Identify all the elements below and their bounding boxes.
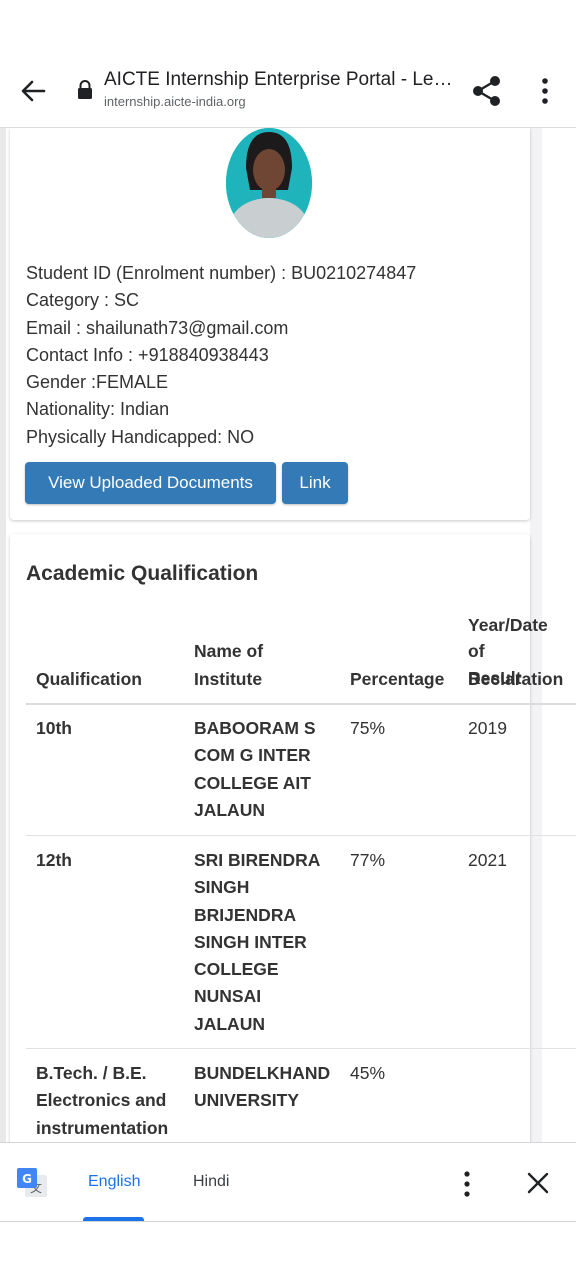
page-content: Student ID (Enrolment number) : BU021027… <box>0 128 576 1142</box>
header-year-line1: Year/Date <box>468 615 548 635</box>
institute-line: COM G INTER <box>194 745 311 766</box>
category: Category : SC <box>26 290 140 311</box>
institute-line: SINGH <box>194 877 250 898</box>
row-qualification: B.Tech. / B.E. Electronics and instrumen… <box>36 1060 168 1142</box>
physically-handicapped: Physically Handicapped: NO <box>26 426 255 447</box>
row-institute: BUNDELKHAND UNIVERSITY <box>194 1060 330 1115</box>
active-tab-indicator <box>83 1217 144 1221</box>
section-title: Academic Qualification <box>26 562 259 585</box>
academic-qualification-card: Academic Qualification Qualification Nam… <box>10 534 576 1142</box>
contact-info: Contact Info : +918840938443 <box>26 344 269 365</box>
header-qualification: Qualification <box>36 669 142 689</box>
qualification-line: instrumentation <box>36 1117 169 1138</box>
row-year: 2019 <box>468 718 507 738</box>
back-arrow-icon[interactable] <box>18 76 48 106</box>
browser-toolbar: AICTE Internship Enterprise Portal - Lea… <box>0 54 576 128</box>
row-qualification: 12th <box>36 850 72 870</box>
qualification-line: B.Tech. / B.E. <box>36 1063 147 1083</box>
institute-line: SINGH INTER <box>194 931 307 952</box>
row-institute: BABOORAM S COM G INTER COLLEGE AIT JALAU… <box>194 715 316 824</box>
institute-line: BUNDELKHAND <box>194 1063 331 1083</box>
page-left-margin <box>0 128 6 1142</box>
language-tab-english[interactable]: English <box>88 1173 140 1191</box>
institute-line: NUNSAI <box>194 986 262 1007</box>
header-institute-line2: Institute <box>194 669 263 689</box>
google-translate-icon: 文 G <box>17 1168 47 1197</box>
close-icon[interactable] <box>526 1171 550 1195</box>
row-percentage: 45% <box>350 1063 386 1083</box>
institute-line: COLLEGE <box>194 959 279 980</box>
header-percentage: Percentage <box>350 669 445 689</box>
language-tab-hindi[interactable]: Hindi <box>193 1173 229 1191</box>
translate-bar: 文 G English Hindi <box>0 1142 576 1222</box>
institute-line: UNIVERSITY <box>194 1090 300 1111</box>
row-divider <box>26 835 576 836</box>
institute-line: BRIJENDRA <box>194 904 297 925</box>
profile-card: Student ID (Enrolment number) : BU021027… <box>10 128 530 520</box>
email: Email : shailunath73@gmail.com <box>26 317 289 338</box>
translate-more-icon[interactable] <box>458 1169 476 1199</box>
header-divider <box>26 703 576 705</box>
row-divider <box>26 1048 576 1049</box>
qualification-line: Electronics and <box>36 1090 167 1111</box>
gender: Gender :FEMALE <box>26 372 169 393</box>
institute-line: JALAUN <box>194 1013 265 1034</box>
student-id: Student ID (Enrolment number) : BU021027… <box>26 263 417 283</box>
status-bar <box>0 0 576 54</box>
institute-line: COLLEGE AIT <box>194 772 311 793</box>
profile-details: Student ID (Enrolment number) : BU021027… <box>26 260 416 451</box>
page-title: AICTE Internship Enterprise Portal - Lea… <box>104 69 454 90</box>
page-url: internship.aicte-india.org <box>104 94 246 109</box>
view-uploaded-documents-button[interactable]: View Uploaded Documents <box>25 462 276 504</box>
more-options-icon[interactable] <box>536 76 554 106</box>
profile-photo <box>226 128 312 238</box>
row-qualification: 10th <box>36 718 72 738</box>
share-icon[interactable] <box>470 74 504 108</box>
row-percentage: 75% <box>350 718 386 738</box>
institute-line: SRI BIRENDRA <box>194 850 321 870</box>
row-percentage: 77% <box>350 850 386 870</box>
institute-line: JALAUN <box>194 799 265 820</box>
page-info[interactable]: AICTE Internship Enterprise Portal - Lea… <box>104 68 454 112</box>
row-year: 2021 <box>468 850 507 870</box>
lock-icon[interactable] <box>76 80 94 100</box>
header-institute-line1: Name of <box>194 641 264 661</box>
row-institute: SRI BIRENDRA SINGH BRIJENDRA SINGH INTER… <box>194 847 320 1038</box>
header-year-line3: Declaration <box>468 669 564 689</box>
nationality: Nationality: Indian <box>26 399 170 420</box>
svg-text:G: G <box>22 1172 32 1186</box>
link-button[interactable]: Link <box>282 462 348 504</box>
institute-line: BABOORAM S <box>194 718 316 738</box>
